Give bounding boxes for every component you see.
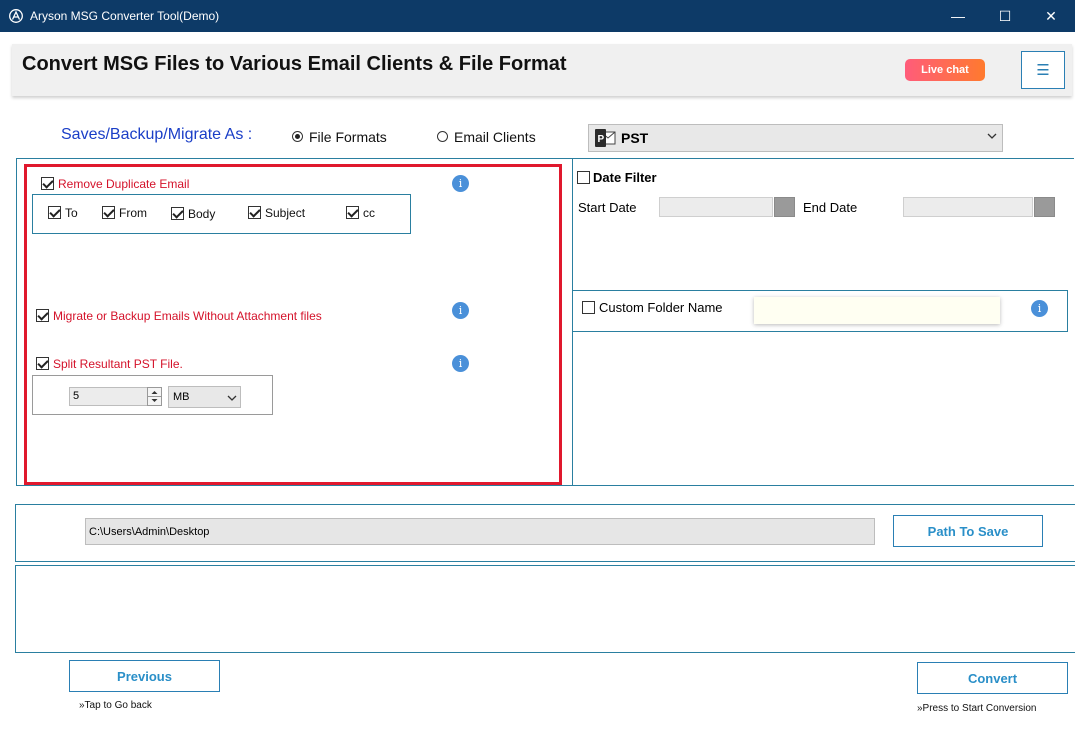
info-icon[interactable]: i: [452, 175, 469, 192]
chevron-down-icon: [227, 395, 237, 401]
checkbox-indicator[interactable]: [36, 357, 49, 370]
radio-label-file-formats: File Formats: [309, 129, 387, 145]
dup-to-checkbox[interactable]: [48, 206, 61, 219]
destination-path-input[interactable]: C:\Users\Admin\Desktop: [85, 518, 875, 545]
custom-folder-label: Custom Folder Name: [599, 300, 723, 315]
checkbox-indicator[interactable]: [577, 171, 590, 184]
dup-from-label: From: [119, 206, 147, 220]
chevron-down-icon: [987, 133, 997, 139]
dup-from-checkbox[interactable]: [102, 206, 115, 219]
checkbox-indicator[interactable]: [102, 206, 115, 219]
convert-button[interactable]: Convert: [917, 662, 1068, 694]
info-icon[interactable]: i: [452, 355, 469, 372]
close-button[interactable]: ✕: [1028, 0, 1074, 32]
previous-button[interactable]: Previous: [69, 660, 220, 692]
live-chat-button[interactable]: Live chat: [905, 59, 985, 81]
without-attachments-checkbox[interactable]: [36, 309, 49, 322]
custom-folder-checkbox[interactable]: [582, 301, 595, 314]
menu-button[interactable]: ☰: [1021, 51, 1065, 89]
checkbox-indicator[interactable]: [582, 301, 595, 314]
dup-subject-checkbox[interactable]: [248, 206, 261, 219]
saves-label: Saves/Backup/Migrate As :: [61, 126, 253, 143]
log-panel: [15, 565, 1075, 653]
outlook-pst-icon: P: [595, 129, 616, 147]
split-size-stepper[interactable]: [147, 387, 162, 406]
dup-cc-checkbox[interactable]: [346, 206, 359, 219]
split-pst-label: Split Resultant PST File.: [53, 357, 183, 371]
app-logo-icon: [9, 9, 23, 23]
dup-body-checkbox[interactable]: [171, 207, 184, 220]
end-date-picker-button[interactable]: [1034, 197, 1055, 217]
minimize-icon: —: [951, 8, 965, 24]
dup-to-label: To: [65, 206, 78, 220]
header-card: Convert MSG Files to Various Email Clien…: [12, 44, 1072, 96]
checkbox-indicator[interactable]: [48, 206, 61, 219]
radio-indicator[interactable]: [292, 131, 303, 142]
radio-label-email-clients: Email Clients: [454, 129, 536, 145]
split-unit-value: MB: [173, 391, 190, 403]
end-date-field[interactable]: [903, 197, 1033, 217]
date-filter-label: Date Filter: [593, 170, 657, 185]
radio-file-formats[interactable]: [292, 131, 303, 142]
split-size-input[interactable]: 5: [69, 387, 149, 406]
window-title: Aryson MSG Converter Tool(Demo): [30, 9, 220, 23]
remove-duplicate-checkbox[interactable]: [41, 177, 54, 190]
stepper-arrows-icon: [148, 391, 161, 402]
dup-cc-label: cc: [363, 206, 375, 220]
svg-text:P: P: [598, 134, 605, 145]
hamburger-icon: ☰: [1036, 62, 1050, 79]
custom-folder-input[interactable]: [754, 297, 1000, 324]
format-dropdown[interactable]: P PST: [588, 124, 1003, 152]
checkbox-indicator[interactable]: [41, 177, 54, 190]
radio-indicator[interactable]: [437, 131, 448, 142]
date-filter-checkbox[interactable]: [577, 171, 590, 184]
split-unit-dropdown[interactable]: MB: [168, 386, 241, 408]
start-date-field[interactable]: [659, 197, 773, 217]
minimize-button[interactable]: —: [935, 0, 981, 32]
format-selected-value: PST: [621, 130, 649, 146]
maximize-button[interactable]: ☐: [982, 0, 1028, 32]
radio-email-clients[interactable]: [437, 131, 448, 142]
remove-duplicate-label: Remove Duplicate Email: [58, 177, 190, 191]
split-pst-checkbox[interactable]: [36, 357, 49, 370]
checkbox-indicator[interactable]: [346, 206, 359, 219]
page-title: Convert MSG Files to Various Email Clien…: [22, 53, 567, 75]
previous-hint: »Tap to Go back: [79, 700, 152, 711]
title-bar: Aryson MSG Converter Tool(Demo) — ☐ ✕: [0, 0, 1075, 32]
info-icon[interactable]: i: [1031, 300, 1048, 317]
convert-hint: »Press to Start Conversion: [917, 703, 1037, 714]
maximize-icon: ☐: [998, 7, 1012, 24]
without-attachments-label: Migrate or Backup Emails Without Attachm…: [53, 309, 322, 323]
dup-subject-label: Subject: [265, 206, 306, 220]
dup-body-label: Body: [188, 207, 216, 221]
checkbox-indicator[interactable]: [36, 309, 49, 322]
checkbox-indicator[interactable]: [171, 207, 184, 220]
close-icon: ✕: [1045, 7, 1057, 24]
path-to-save-button[interactable]: Path To Save: [893, 515, 1043, 547]
end-date-label: End Date: [803, 200, 858, 215]
start-date-picker-button[interactable]: [774, 197, 795, 217]
info-icon[interactable]: i: [452, 302, 469, 319]
checkbox-indicator[interactable]: [248, 206, 261, 219]
start-date-label: Start Date: [578, 200, 637, 215]
